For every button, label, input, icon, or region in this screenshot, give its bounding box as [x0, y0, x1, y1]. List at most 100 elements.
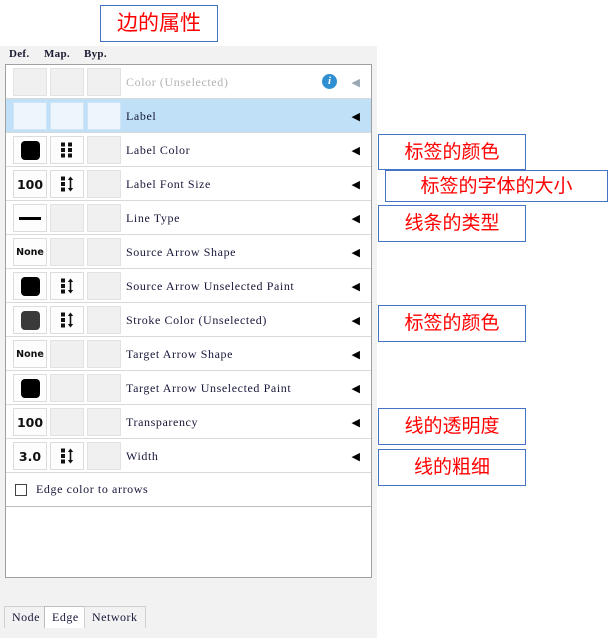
collapse-arrow-icon[interactable]: ◀ — [352, 133, 360, 167]
cell-map[interactable] — [50, 442, 84, 470]
numeric-value: 100 — [16, 176, 44, 192]
property-row[interactable]: Source Arrow Unselected Paint ◀ — [6, 269, 371, 303]
cell-def[interactable] — [13, 204, 47, 232]
collapse-arrow-icon[interactable]: ◀ — [352, 65, 360, 99]
annotation-callout: 线的透明度 — [378, 408, 526, 445]
edge-color-to-arrows-checkbox[interactable] — [15, 483, 27, 496]
cell-map[interactable] — [50, 238, 84, 266]
cell-map[interactable] — [50, 272, 84, 300]
annotation-callout: 线的粗细 — [378, 449, 526, 486]
property-row[interactable]: 100 Transparency ◀ — [6, 405, 371, 439]
cell-byp[interactable] — [87, 68, 121, 96]
property-rows: Color (Unselected) i ◀ Label ◀ Label Color ◀ 10… — [6, 65, 371, 473]
property-row[interactable]: Line Type ◀ — [6, 201, 371, 235]
continuous-mapping-icon[interactable] — [58, 277, 76, 295]
collapse-arrow-icon[interactable]: ◀ — [352, 201, 360, 235]
property-name: Target Arrow Unselected Paint — [126, 380, 292, 395]
collapse-arrow-icon[interactable]: ◀ — [352, 337, 360, 371]
panel-tab-bar: Node Edge Network — [0, 602, 377, 638]
edge-color-to-arrows-label: Edge color to arrows — [36, 482, 149, 496]
cell-def[interactable] — [13, 306, 47, 334]
cell-def[interactable]: None — [13, 340, 47, 368]
property-row[interactable]: Label ◀ — [6, 99, 371, 133]
property-row[interactable]: Label Color ◀ — [6, 133, 371, 167]
column-header-def: Def. — [9, 48, 30, 60]
color-swatch[interactable] — [20, 140, 40, 160]
cell-map[interactable] — [50, 102, 84, 130]
annotation-callout: 线条的类型 — [378, 205, 526, 242]
property-name: Source Arrow Shape — [126, 244, 237, 259]
cell-byp[interactable] — [87, 306, 121, 334]
tab-edge[interactable]: Edge — [44, 606, 87, 628]
cell-def[interactable] — [13, 374, 47, 402]
cell-def[interactable]: None — [13, 238, 47, 266]
cell-map[interactable] — [50, 340, 84, 368]
cell-byp[interactable] — [87, 408, 121, 436]
cell-map[interactable] — [50, 374, 84, 402]
property-row[interactable]: None Target Arrow Shape ◀ — [6, 337, 371, 371]
cell-map[interactable] — [50, 408, 84, 436]
cell-map[interactable] — [50, 170, 84, 198]
cell-map[interactable] — [50, 204, 84, 232]
text-value: None — [16, 348, 44, 360]
properties-list: Color (Unselected) i ◀ Label ◀ Label Color ◀ 10… — [5, 64, 372, 578]
continuous-mapping-icon[interactable] — [58, 311, 76, 329]
cell-byp[interactable] — [87, 170, 121, 198]
property-row[interactable]: Target Arrow Unselected Paint ◀ — [6, 371, 371, 405]
text-value: None — [16, 246, 44, 258]
cell-byp[interactable] — [87, 238, 121, 266]
property-name: Label — [126, 108, 157, 123]
cell-map[interactable] — [50, 136, 84, 164]
cell-map[interactable] — [50, 68, 84, 96]
color-swatch[interactable] — [20, 378, 40, 398]
collapse-arrow-icon[interactable]: ◀ — [352, 439, 360, 473]
cell-def[interactable] — [13, 136, 47, 164]
annotation-callout: 标签的字体的大小 — [385, 170, 608, 202]
cell-def[interactable] — [13, 102, 47, 130]
cell-byp[interactable] — [87, 272, 121, 300]
column-header-byp: Byp. — [84, 48, 107, 60]
cell-byp[interactable] — [87, 136, 121, 164]
collapse-arrow-icon[interactable]: ◀ — [352, 405, 360, 439]
cell-def[interactable] — [13, 272, 47, 300]
column-header-row: Def. Map. Byp. — [0, 46, 377, 64]
property-row[interactable]: Color (Unselected) i ◀ — [6, 65, 371, 99]
tab-node[interactable]: Node — [4, 606, 48, 628]
info-icon[interactable]: i — [322, 74, 337, 89]
property-row[interactable]: 3.0 Width ◀ — [6, 439, 371, 473]
edge-color-to-arrows-row[interactable]: Edge color to arrows — [6, 473, 371, 507]
cell-def[interactable]: 100 — [13, 408, 47, 436]
property-name: Width — [126, 448, 159, 463]
annotation-callout: 标签的颜色 — [378, 305, 526, 342]
discrete-mapping-icon[interactable] — [58, 141, 76, 159]
edge-style-panel: Def. Map. Byp. Color (Unselected) i ◀ Label… — [0, 46, 377, 602]
property-name: Color (Unselected) — [126, 74, 229, 89]
cell-def[interactable] — [13, 68, 47, 96]
collapse-arrow-icon[interactable]: ◀ — [352, 235, 360, 269]
collapse-arrow-icon[interactable]: ◀ — [352, 371, 360, 405]
tab-network[interactable]: Network — [84, 606, 146, 628]
cell-def[interactable]: 100 — [13, 170, 47, 198]
cell-map[interactable] — [50, 306, 84, 334]
property-row[interactable]: Stroke Color (Unselected) ◀ — [6, 303, 371, 337]
line-style-preview[interactable] — [19, 216, 41, 220]
collapse-arrow-icon[interactable]: ◀ — [352, 303, 360, 337]
collapse-arrow-icon[interactable]: ◀ — [352, 167, 360, 201]
continuous-mapping-icon[interactable] — [58, 447, 76, 465]
property-name: Target Arrow Shape — [126, 346, 234, 361]
color-swatch[interactable] — [20, 276, 40, 296]
cell-byp[interactable] — [87, 102, 121, 130]
property-name: Transparency — [126, 414, 199, 429]
column-header-map: Map. — [44, 48, 70, 60]
cell-byp[interactable] — [87, 204, 121, 232]
property-row[interactable]: 100 Label Font Size ◀ — [6, 167, 371, 201]
property-row[interactable]: None Source Arrow Shape ◀ — [6, 235, 371, 269]
collapse-arrow-icon[interactable]: ◀ — [352, 269, 360, 303]
collapse-arrow-icon[interactable]: ◀ — [352, 99, 360, 133]
color-swatch[interactable] — [20, 310, 40, 330]
cell-byp[interactable] — [87, 374, 121, 402]
cell-byp[interactable] — [87, 442, 121, 470]
cell-def[interactable]: 3.0 — [13, 442, 47, 470]
continuous-mapping-icon[interactable] — [58, 175, 76, 193]
cell-byp[interactable] — [87, 340, 121, 368]
